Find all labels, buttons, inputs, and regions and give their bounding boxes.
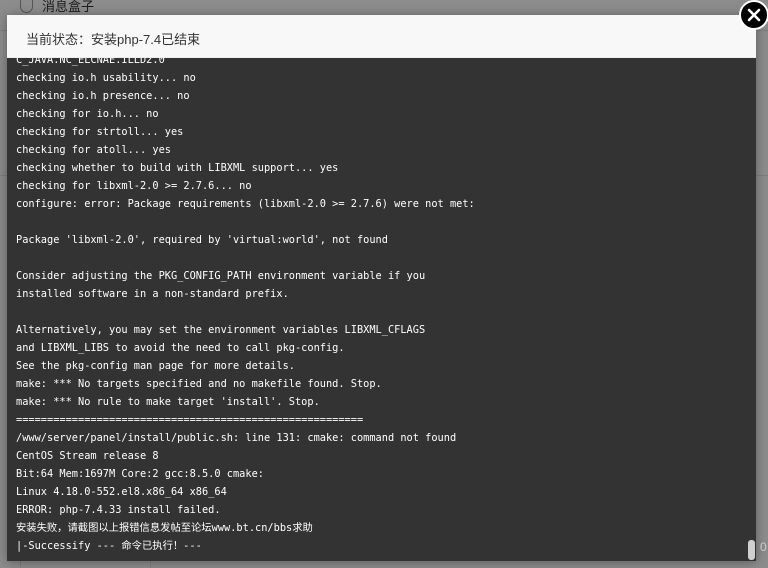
console-line: Bit:64 Mem:1697M Core:2 gcc:8.5.0 cmake: bbox=[16, 468, 264, 480]
console-line: |-Successify --- 命令已执行！--- bbox=[16, 540, 202, 552]
console-line: checking for strtoll... yes bbox=[16, 126, 184, 138]
background-value: 0 bbox=[760, 540, 767, 554]
console-line: checking whether to build with LIBXML su… bbox=[16, 162, 339, 174]
console-line: configure: error: Package requirements (… bbox=[16, 198, 475, 210]
console-line: CentOS Stream release 8 bbox=[16, 450, 159, 462]
console-line: Alternatively, you may set the environme… bbox=[16, 324, 426, 336]
console-line: See the pkg-config man page for more det… bbox=[16, 360, 295, 372]
console-line: checking for atoll... yes bbox=[16, 144, 171, 156]
console-line: Package 'libxml-2.0', required by 'virtu… bbox=[16, 234, 388, 246]
page-scrollbar[interactable] bbox=[748, 540, 755, 560]
console-line: /www/server/panel/install/public.sh: lin… bbox=[16, 432, 457, 444]
dialog-title: 当前状态：安装php-7.4已结束 bbox=[26, 32, 201, 47]
console-line: C_JAVA.NC_ELCNAE.ILLD2.0 bbox=[16, 58, 165, 66]
install-log-console[interactable]: C_JAVA.NC_ELCNAE.ILLD2.0 checking io.h us… bbox=[7, 58, 756, 561]
console-line: checking for libxml-2.0 >= 2.7.6... no bbox=[16, 180, 252, 192]
console-line: and LIBXML_LIBS to avoid the need to cal… bbox=[16, 342, 345, 354]
console-line: ========================================… bbox=[16, 414, 364, 426]
console-line: checking for io.h... no bbox=[16, 108, 159, 120]
install-status-dialog: 当前状态：安装php-7.4已结束 C_JAVA.NC_ELCNAE.ILLD2… bbox=[7, 15, 756, 561]
console-line: checking io.h usability... no bbox=[16, 72, 196, 84]
console-line: Consider adjusting the PKG_CONFIG_PATH e… bbox=[16, 270, 426, 282]
console-lines: C_JAVA.NC_ELCNAE.ILLD2.0 checking io.h us… bbox=[16, 58, 750, 555]
console-line: make: *** No rule to make target 'instal… bbox=[16, 396, 320, 408]
console-line: checking io.h presence... no bbox=[16, 90, 190, 102]
console-line: ERROR: php-7.4.33 install failed. bbox=[16, 504, 221, 516]
close-icon bbox=[747, 8, 761, 22]
console-line: installed software in a non-standard pre… bbox=[16, 288, 289, 300]
console-line: make: *** No targets specified and no ma… bbox=[16, 378, 382, 390]
close-button[interactable] bbox=[739, 0, 768, 30]
dialog-header: 当前状态：安装php-7.4已结束 bbox=[7, 15, 756, 58]
console-line: 安装失败，请截图以上报错信息发帖至论坛www.bt.cn/bbs求助 bbox=[16, 522, 313, 534]
console-line: Linux 4.18.0-552.el8.x86_64 x86_64 bbox=[16, 486, 227, 498]
